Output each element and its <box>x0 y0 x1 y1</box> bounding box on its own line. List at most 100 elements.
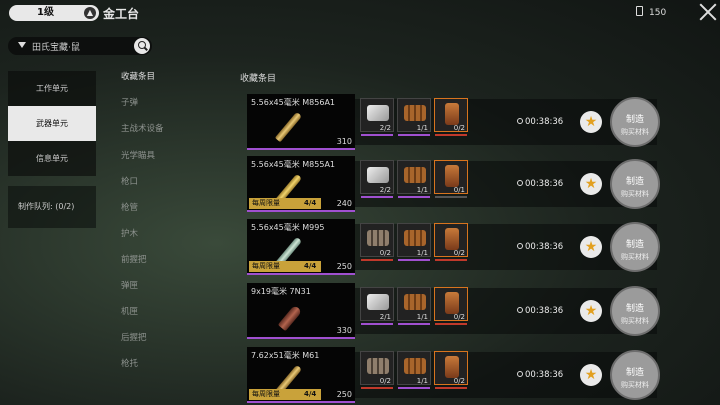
material-slot[interactable]: 2/2 <box>360 98 394 136</box>
material-slot[interactable]: 1/1 <box>397 287 431 325</box>
material-count: 2/1 <box>379 313 391 321</box>
buy-materials-label: 购买材料 <box>621 381 649 389</box>
material-slot[interactable]: 0/2 <box>434 287 468 325</box>
timer-value: 00:38:36 <box>525 179 564 189</box>
tab-weapon-unit[interactable]: 武器单元 <box>8 106 96 141</box>
product-count: 240 <box>336 199 352 208</box>
material-slot[interactable]: 1/1 <box>397 98 431 136</box>
gunpowder-icon <box>445 165 459 187</box>
material-slot[interactable]: 1/1 <box>397 160 431 198</box>
battery-icon <box>636 6 643 16</box>
category-receiver[interactable]: 机匣 <box>121 305 138 317</box>
make-button[interactable]: 制造 购买材料 <box>610 286 660 336</box>
category-stock[interactable]: 枪托 <box>121 357 138 369</box>
make-label: 制造 <box>625 240 644 250</box>
star-icon: ★ <box>584 239 598 255</box>
rarity-bar <box>435 134 467 136</box>
product-card[interactable]: 5.56x45毫米 M856A1 310 <box>247 94 355 150</box>
make-button[interactable]: 制造 购买材料 <box>610 350 660 400</box>
product-name: 5.56x45毫米 M995 <box>251 223 325 232</box>
material-count: 1/1 <box>416 377 428 385</box>
product-card[interactable]: 5.56x45毫米 M855A1 每周限量 4/4 240 <box>247 156 355 212</box>
category-optics[interactable]: 光学瞄具 <box>121 149 155 161</box>
level-badge[interactable]: 1级 ▲ <box>9 5 99 21</box>
make-button[interactable]: 制造 购买材料 <box>610 159 660 209</box>
close-button[interactable] <box>699 3 717 21</box>
wood-parts-icon <box>404 105 426 121</box>
make-button[interactable]: 制造 购买材料 <box>610 97 660 147</box>
material-slot[interactable]: 0/1 <box>434 160 468 198</box>
search-icon[interactable] <box>134 38 150 54</box>
make-label: 制造 <box>625 304 644 314</box>
rarity-bar <box>361 259 393 261</box>
star-icon: ★ <box>584 114 598 130</box>
recipe-row[interactable]: 7.62x51毫米 M61 每周限量 4/4 250 0/2 1/1 0/2 00… <box>247 347 665 403</box>
favorite-button[interactable]: ★ <box>580 236 602 258</box>
material-count: 2/2 <box>379 186 391 194</box>
buy-materials-label: 购买材料 <box>621 253 649 261</box>
product-card[interactable]: 5.56x45毫米 M995 每周限量 4/4 250 <box>247 219 355 275</box>
category-tactical[interactable]: 主战术设备 <box>121 122 164 134</box>
product-name: 5.56x45毫米 M855A1 <box>251 160 336 169</box>
favorite-button[interactable]: ★ <box>580 300 602 322</box>
material-slot[interactable]: 0/2 <box>360 351 394 389</box>
recipe-row[interactable]: 5.56x45毫米 M995 每周限量 4/4 250 0/2 1/1 0/2 0… <box>247 219 665 275</box>
dropdown-icon[interactable] <box>18 42 26 48</box>
category-collection[interactable]: 收藏条目 <box>121 70 155 82</box>
material-slot[interactable]: 1/1 <box>397 223 431 261</box>
favorite-button[interactable]: ★ <box>580 111 602 133</box>
product-card[interactable]: 7.62x51毫米 M61 每周限量 4/4 250 <box>247 347 355 403</box>
rarity-bar <box>435 259 467 261</box>
material-slot[interactable]: 2/1 <box>360 287 394 325</box>
material-count: 0/2 <box>379 249 391 257</box>
material-slot[interactable]: 0/2 <box>434 223 468 261</box>
product-card[interactable]: 9x19毫米 7N31 330 <box>247 283 355 339</box>
material-count: 0/2 <box>453 377 465 385</box>
category-handguard[interactable]: 护木 <box>121 227 138 239</box>
category-magazine[interactable]: 弹匣 <box>121 279 138 291</box>
rarity-bar <box>398 196 430 198</box>
material-slot[interactable]: 1/1 <box>397 351 431 389</box>
category-barrel[interactable]: 枪管 <box>121 201 138 213</box>
gunpowder-icon <box>445 292 459 314</box>
material-count: 0/2 <box>453 249 465 257</box>
recipe-row[interactable]: 5.56x45毫米 M855A1 每周限量 4/4 240 2/2 1/1 0/1… <box>247 156 665 212</box>
weekly-limit-badge: 每周限量 4/4 <box>249 389 321 400</box>
category-muzzle[interactable]: 枪口 <box>121 175 138 187</box>
category-grip[interactable]: 后握把 <box>121 331 147 343</box>
limit-label: 每周限量 <box>252 390 280 398</box>
search-input[interactable]: 田氏宝藏·鼠 <box>32 40 80 53</box>
favorite-button[interactable]: ★ <box>580 364 602 386</box>
metal-parts-icon <box>367 294 389 310</box>
recipe-row[interactable]: 9x19毫米 7N31 330 2/1 1/1 0/2 00:38:36 ★ 制… <box>247 283 665 339</box>
rarity-bar <box>361 134 393 136</box>
favorite-button[interactable]: ★ <box>580 173 602 195</box>
material-slot[interactable]: 0/2 <box>360 223 394 261</box>
material-count: 0/2 <box>453 313 465 321</box>
star-icon: ★ <box>584 367 598 383</box>
limit-label: 每周限量 <box>252 199 280 207</box>
recipe-row[interactable]: 5.56x45毫米 M856A1 310 2/2 1/1 0/2 00:38:3… <box>247 94 665 150</box>
craft-timer: 00:38:36 <box>517 242 563 252</box>
material-count: 1/1 <box>416 249 428 257</box>
material-slot[interactable]: 0/2 <box>434 98 468 136</box>
make-button[interactable]: 制造 购买材料 <box>610 222 660 272</box>
rarity-bar <box>435 387 467 389</box>
category-foregrip[interactable]: 前握把 <box>121 253 147 265</box>
material-slot[interactable]: 0/2 <box>434 351 468 389</box>
category-ammo[interactable]: 子弹 <box>121 96 138 108</box>
tab-info-unit[interactable]: 信息单元 <box>8 141 96 176</box>
upgrade-icon[interactable]: ▲ <box>84 7 96 19</box>
station-title: 金工台 <box>103 7 140 21</box>
material-count: 0/1 <box>453 186 465 194</box>
material-slot[interactable]: 2/2 <box>360 160 394 198</box>
rarity-bar <box>435 196 467 198</box>
metal-parts-icon <box>367 167 389 183</box>
tab-work-unit[interactable]: 工作单元 <box>8 71 96 106</box>
timer-value: 00:38:36 <box>525 242 564 252</box>
rarity-bar <box>361 387 393 389</box>
search-bar[interactable]: 田氏宝藏·鼠 <box>8 37 152 55</box>
timer-value: 00:38:36 <box>525 370 564 380</box>
craft-queue[interactable]: 制作队列: (0/2) <box>8 186 96 228</box>
material-count: 1/1 <box>416 313 428 321</box>
